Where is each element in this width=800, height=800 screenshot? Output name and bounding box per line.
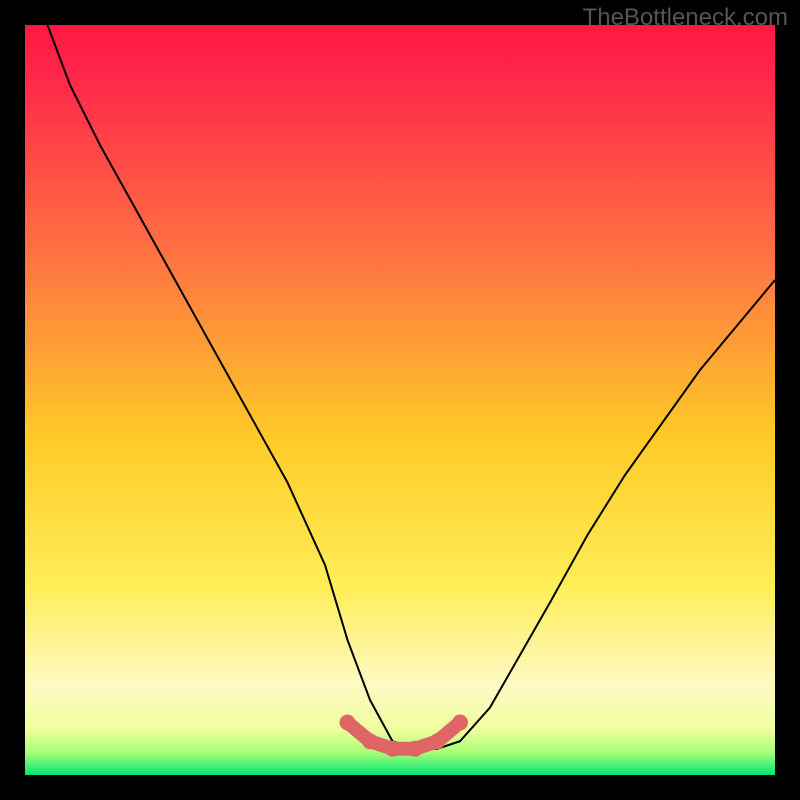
watermark-text: TheBottleneck.com xyxy=(583,4,788,32)
highlight-dot xyxy=(362,733,378,749)
chart-container: TheBottleneck.com xyxy=(0,0,800,800)
chart-svg xyxy=(25,25,775,775)
highlight-dot xyxy=(430,733,446,749)
highlight-dot xyxy=(407,741,423,757)
gradient-background xyxy=(25,25,775,775)
plot-area xyxy=(25,25,775,775)
highlight-dot xyxy=(452,715,468,731)
highlight-dot xyxy=(385,741,401,757)
highlight-dot xyxy=(340,715,356,731)
